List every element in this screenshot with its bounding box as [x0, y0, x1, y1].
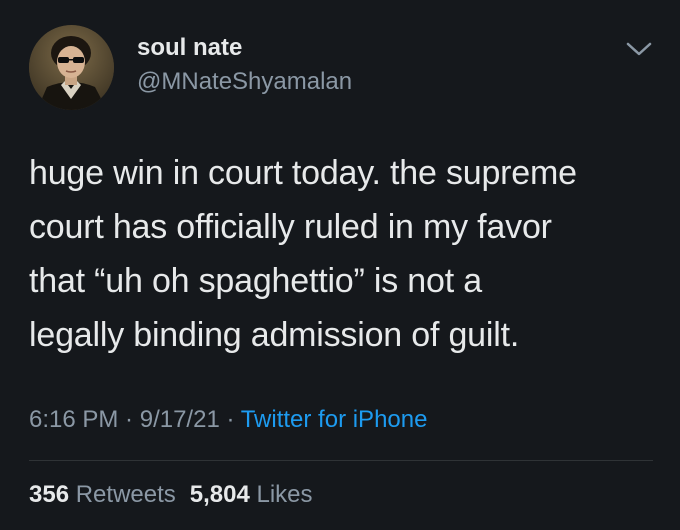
meta-separator: · — [219, 406, 241, 433]
tweet-time[interactable]: 6:16 PM — [29, 406, 118, 433]
chevron-down-icon[interactable] — [624, 38, 654, 60]
likes-stat[interactable]: 5,804 Likes — [190, 481, 313, 508]
divider — [29, 460, 653, 461]
tweet-meta: 6:16 PM · 9/17/21 · Twitter for iPhone — [29, 406, 427, 434]
avatar[interactable] — [29, 25, 114, 110]
retweets-label: Retweets — [69, 481, 176, 508]
likes-label: Likes — [249, 481, 313, 508]
tweet-text-line: legally binding admission of guilt. — [29, 316, 520, 354]
tweet-date[interactable]: 9/17/21 — [140, 406, 220, 433]
tweet-text-line: huge win in court today. the supreme — [29, 154, 577, 192]
retweets-stat[interactable]: 356 Retweets — [29, 481, 176, 508]
meta-separator: · — [118, 406, 140, 433]
tweet-source-link[interactable]: Twitter for iPhone — [241, 406, 428, 433]
display-name[interactable]: soul nate — [137, 34, 242, 62]
retweets-count: 356 — [29, 481, 70, 508]
likes-count: 5,804 — [189, 481, 250, 508]
tweet-text-line: that “uh oh spaghettio” is not a — [29, 262, 482, 300]
user-handle[interactable]: @MNateShyamalan — [137, 68, 352, 96]
tweet-text: huge win in court today. the supreme cou… — [29, 146, 659, 362]
tweet-text-line: court has officially ruled in my favor — [29, 208, 552, 246]
tweet-stats: 356 Retweets 5,804 Likes — [29, 481, 313, 509]
tweet-card: soul nate @MNateShyamalan huge win in co… — [0, 0, 680, 530]
avatar-portrait-image — [29, 25, 114, 110]
